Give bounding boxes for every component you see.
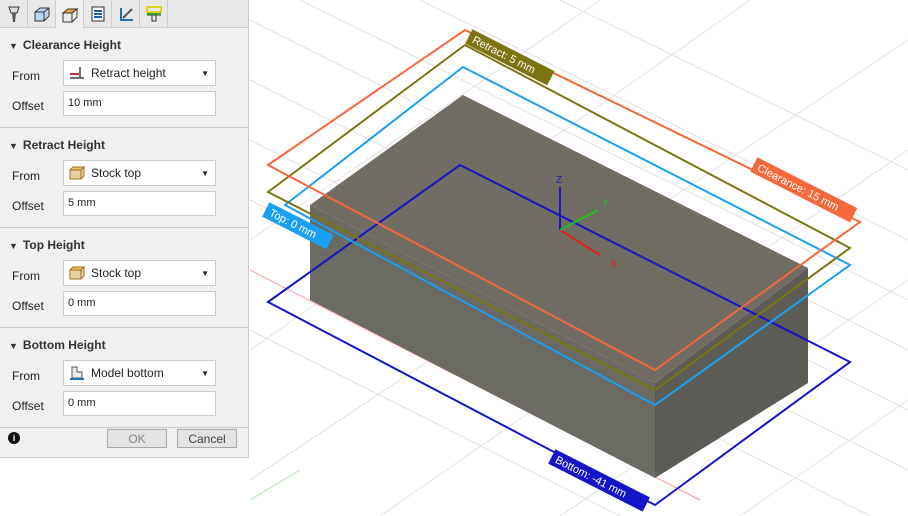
clearance-from-dropdown[interactable]: Retract height ▼	[63, 60, 216, 86]
from-label: From	[12, 369, 40, 383]
retract-height-icon	[70, 67, 84, 79]
from-value: Retract height	[91, 66, 166, 80]
bottom-height-header[interactable]: ▼ Bottom Height	[9, 338, 106, 352]
tab-linking[interactable]	[112, 0, 140, 28]
chevron-down-icon: ▼	[201, 368, 209, 378]
from-label: From	[12, 269, 40, 283]
section-title: Bottom Height	[22, 338, 106, 352]
collapse-triangle-icon: ▼	[9, 241, 18, 251]
stock-box[interactable]	[310, 95, 808, 478]
top-offset-input[interactable]: 0 mm	[63, 291, 216, 316]
heights-panel: ▼ Clearance Height From Retract height ▼ O…	[0, 0, 249, 458]
offset-label: Offset	[12, 399, 44, 413]
collapse-triangle-icon: ▼	[9, 141, 18, 151]
retract-label: Retract: 5 mm	[465, 29, 555, 86]
tab-passes[interactable]	[84, 0, 112, 28]
tab-bar	[0, 0, 248, 29]
section-title: Clearance Height	[22, 38, 121, 52]
tool-icon	[7, 6, 20, 22]
heights-icon	[61, 7, 78, 22]
tab-shaft-holder[interactable]	[140, 0, 168, 28]
offset-label: Offset	[12, 99, 44, 113]
top-height-header[interactable]: ▼ Top Height	[9, 238, 85, 252]
from-label: From	[12, 169, 40, 183]
tab-geometry[interactable]	[28, 0, 56, 28]
stock-top-icon	[68, 266, 85, 280]
from-value: Stock top	[91, 166, 142, 180]
retract-height-section: ▼ Retract Height From Stock top ▼ Offset 5…	[0, 128, 248, 228]
passes-icon	[91, 6, 104, 22]
clearance-height-header[interactable]: ▼ Clearance Height	[9, 38, 121, 52]
retract-height-header[interactable]: ▼ Retract Height	[9, 138, 105, 152]
svg-text:Clearance: 15 mm: Clearance: 15 mm	[755, 162, 841, 213]
bottom-from-dropdown[interactable]: Model bottom ▼	[63, 360, 216, 386]
top-from-dropdown[interactable]: Stock top ▼	[63, 260, 216, 286]
tab-heights[interactable]	[56, 0, 84, 29]
tab-tool[interactable]	[0, 0, 28, 28]
clearance-height-section: ▼ Clearance Height From Retract height ▼ O…	[0, 28, 248, 128]
offset-label: Offset	[12, 199, 44, 213]
chevron-down-icon: ▼	[201, 68, 209, 78]
chevron-down-icon: ▼	[201, 268, 209, 278]
offset-label: Offset	[12, 299, 44, 313]
retract-offset-input[interactable]: 5 mm	[63, 191, 216, 216]
shaft-holder-icon	[145, 6, 162, 22]
model-bottom-icon	[70, 366, 84, 380]
from-value: Stock top	[91, 266, 142, 280]
from-value: Model bottom	[91, 366, 164, 380]
geometry-icon	[34, 7, 49, 22]
linking-icon	[119, 8, 133, 21]
axis-y-label: Y	[602, 198, 609, 209]
top-height-section: ▼ Top Height From Stock top ▼ Offset 0 mm	[0, 228, 248, 328]
axis-z-label: Z	[556, 175, 562, 186]
clearance-offset-input[interactable]: 10 mm	[63, 91, 216, 116]
retract-from-dropdown[interactable]: Stock top ▼	[63, 160, 216, 186]
from-label: From	[12, 69, 40, 83]
section-title: Top Height	[22, 238, 85, 252]
section-title: Retract Height	[22, 138, 105, 152]
cancel-button[interactable]: Cancel	[177, 429, 237, 448]
collapse-triangle-icon: ▼	[9, 341, 18, 351]
stock-top-icon	[68, 166, 85, 180]
collapse-triangle-icon: ▼	[9, 41, 18, 51]
info-icon[interactable]: i	[8, 432, 20, 444]
bottom-height-section: ▼ Bottom Height From Model bottom ▼ Offset…	[0, 328, 248, 428]
bottom-offset-input[interactable]: 0 mm	[63, 391, 216, 416]
clearance-label: Clearance: 15 mm	[750, 157, 858, 223]
panel-footer: i OK Cancel	[0, 420, 249, 458]
chevron-down-icon: ▼	[201, 168, 209, 178]
axis-x-label: X	[610, 259, 617, 270]
ok-button[interactable]: OK	[107, 429, 167, 448]
